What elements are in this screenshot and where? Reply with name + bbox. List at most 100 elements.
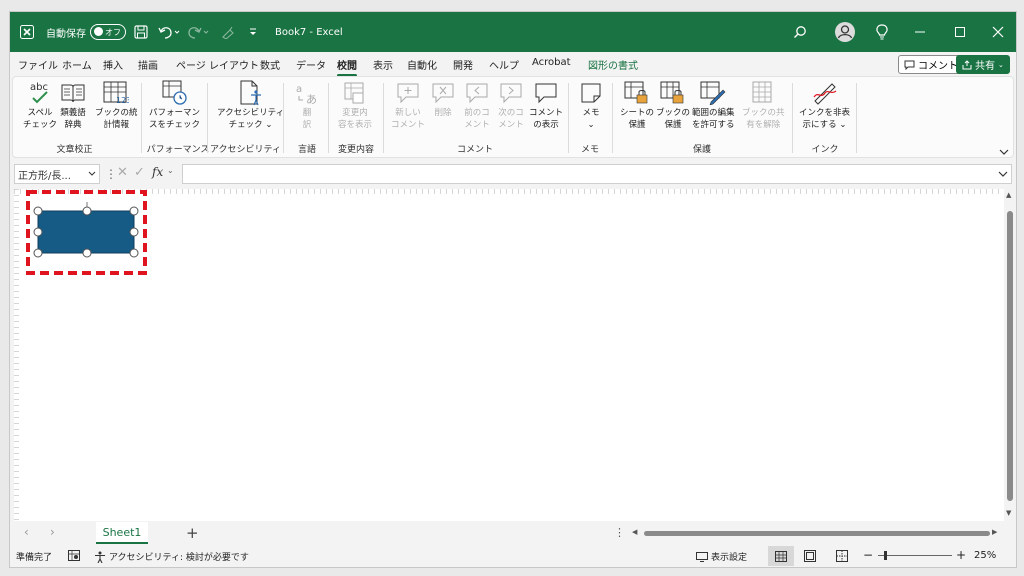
next-sheet-icon[interactable]: › [50,525,55,539]
collapse-ribbon-icon[interactable] [999,141,1009,160]
page-break-preview-icon[interactable] [836,550,848,562]
undo-icon[interactable] [158,12,180,52]
show-changes-label-1: 変更内 [342,108,368,118]
zoom-in-icon[interactable]: + [956,548,966,562]
zoom-out-icon[interactable]: − [863,548,873,562]
tab-shape-format[interactable]: 図形の書式 [588,57,638,72]
scroll-down-icon[interactable]: ▼ [1006,509,1011,517]
redo-icon[interactable] [188,12,210,52]
vertical-scrollbar[interactable]: ▲ ▼ [1004,189,1016,521]
format-painter-icon[interactable] [221,12,235,52]
function-dropdown-icon[interactable]: ⌄ [167,166,174,175]
thesaurus-button[interactable]: 類義語 辞典 [59,79,87,131]
comments-button[interactable]: コメント [898,55,964,74]
vertical-scroll-thumb[interactable] [1007,211,1013,501]
workbook-statistics-button[interactable]: 123 ブックの統 計情報 [95,79,138,131]
translate-button[interactable]: aあ 翻 訳 [293,79,321,131]
allow-edit-ranges-label-2: を許可する [692,120,735,130]
tab-insert[interactable]: 挿入 [103,57,123,72]
group-label-language: 言語 [297,145,316,155]
show-changes-button[interactable]: 変更内 容を表示 [338,79,372,131]
page-layout-view-icon[interactable] [804,550,816,562]
autosave-label: 自動保存 [46,28,86,40]
formula-bar-grip-icon[interactable]: ⋮ [105,167,117,181]
name-box-dropdown-icon[interactable] [88,171,96,177]
tab-page-layout[interactable]: ページ レイアウト [176,57,259,72]
check-performance-label-2: スをチェック [149,120,201,130]
new-comment-label-2: コメント [391,120,426,130]
account-avatar-icon[interactable] [825,12,865,52]
save-icon[interactable] [134,12,148,52]
quick-access-customize-icon[interactable] [248,12,258,52]
unshare-workbook-label-2: 有を解除 [746,120,781,130]
display-settings-button[interactable]: 表示設定 [696,550,747,563]
tab-automate[interactable]: 自動化 [407,57,437,72]
worksheet-area[interactable] [14,189,1004,521]
close-icon[interactable] [978,12,1016,52]
formula-input[interactable] [182,164,1012,184]
new-comment-button[interactable]: 新しい コメント [391,79,425,131]
protect-sheet-button[interactable]: シートの 保護 [620,79,654,131]
allow-edit-ranges-icon [699,79,727,107]
lightbulb-icon[interactable] [862,12,902,52]
autosave-toggle[interactable]: オフ [90,12,126,52]
horizontal-scroll-thumb[interactable] [644,531,990,536]
check-accessibility-button[interactable]: アクセシビリティ チェック ⌄ [217,79,284,131]
normal-view-icon[interactable] [768,546,794,566]
spell-check-button[interactable]: abc スペル チェック [23,79,57,131]
zoom-slider[interactable] [878,555,952,556]
tab-split-icon[interactable]: ⋮ [614,526,625,539]
add-sheet-icon[interactable]: + [186,524,199,542]
tab-developer[interactable]: 開発 [453,57,473,72]
selected-rectangle-shape[interactable] [14,189,174,279]
tab-home[interactable]: ホーム [62,57,92,72]
search-icon[interactable] [780,12,820,52]
unshare-workbook-button[interactable]: ブックの共 有を解除 [742,79,785,131]
protect-sheet-label-2: 保護 [628,120,646,130]
spell-check-label-1: スペル [27,108,53,118]
ink-icon [811,79,839,107]
tab-file[interactable]: ファイル [18,57,58,72]
check-performance-button[interactable]: パフォーマン スをチェック [149,79,200,131]
tab-data[interactable]: データ [296,57,326,72]
resize-handle [33,227,43,237]
ribbon-separator [792,83,793,153]
tab-formulas[interactable]: 数式 [260,57,280,72]
accessibility-icon [237,79,265,107]
share-button[interactable]: 共有 ⌄ [956,55,1010,74]
tab-draw[interactable]: 描画 [138,57,158,72]
next-comment-button[interactable]: 次のコ メント [497,79,525,131]
tab-acrobat[interactable]: Acrobat [532,57,571,68]
protect-workbook-button[interactable]: ブックの 保護 [656,79,690,131]
zoom-slider-thumb[interactable] [884,551,887,560]
macro-record-icon[interactable] [68,550,80,561]
ribbon-separator [856,83,857,153]
name-box[interactable]: 正方形/長... [14,164,100,184]
tab-help[interactable]: ヘルプ [489,57,519,72]
hide-ink-button[interactable]: インクを非表 示にする ⌄ [799,79,850,131]
delete-comment-button[interactable]: 削除 [429,79,457,119]
minimize-icon[interactable] [900,12,940,52]
previous-sheet-icon[interactable]: ‹ [24,525,29,539]
notes-button[interactable]: メモ ⌄ [577,79,605,131]
previous-comment-label-2: メント [464,120,490,130]
expand-formula-bar-icon[interactable] [998,171,1008,178]
allow-edit-ranges-button[interactable]: 範囲の編集 を許可する [692,79,735,131]
insert-function-icon[interactable]: fx [152,165,163,179]
confirm-entry-icon[interactable]: ✓ [134,165,145,180]
resize-handle [33,206,43,216]
tab-review[interactable]: 校閲 [337,57,357,77]
show-comments-label-2: の表示 [533,120,559,130]
scroll-left-icon[interactable]: ◀ [632,528,637,536]
previous-comment-button[interactable]: 前のコ メント [463,79,491,131]
group-label-changes: 変更内容 [337,145,374,155]
scroll-up-icon[interactable]: ▲ [1006,191,1011,199]
sheet-tab-sheet1[interactable]: Sheet1 [96,522,148,544]
tab-view[interactable]: 表示 [373,57,393,72]
accessibility-status[interactable]: アクセシビリティ: 検討が必要です [94,550,249,563]
scroll-right-icon[interactable]: ▶ [992,528,997,536]
zoom-level[interactable]: 25% [974,550,996,561]
show-comments-button[interactable]: コメント の表示 [529,79,563,131]
cancel-entry-icon[interactable]: ✕ [117,165,128,180]
maximize-icon[interactable] [940,12,980,52]
